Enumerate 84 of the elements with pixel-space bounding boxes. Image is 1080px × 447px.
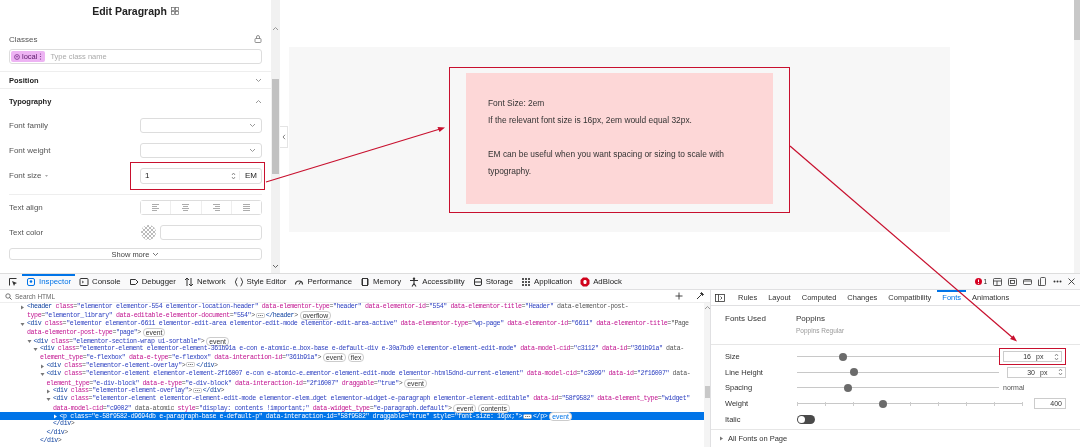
lock-icon[interactable] [254,35,262,43]
add-icon[interactable] [675,292,683,300]
collapsed-arrow-icon[interactable] [39,363,45,369]
error-icon [975,278,983,285]
sidebar-toggle-icon[interactable] [715,293,725,302]
field-label: Text align [9,203,43,212]
section-label: Classes [9,34,38,44]
collapsed-arrow-icon[interactable] [46,388,51,394]
align-center-icon [181,203,191,212]
field-label: Font size [9,171,42,180]
field-label: Font family [9,121,49,130]
phone-icon[interactable] [1038,277,1047,286]
braces-icon [233,276,244,287]
chevron-down-icon[interactable] [255,77,262,83]
select-field[interactable] [140,118,262,133]
spinner-icon [1054,352,1059,361]
unit-select[interactable]: EM [239,171,261,180]
ellipsis-icon [192,387,202,393]
ellipsis-icon [186,362,196,368]
cursor-icon [8,276,18,287]
align-right-icon [211,203,221,212]
chevron-down-icon [272,264,279,269]
collapsed-arrow-icon[interactable] [20,305,25,310]
more-icon[interactable] [1053,280,1062,283]
tag-icon [128,276,139,287]
spinner-icon [1058,368,1063,377]
collapsed-arrow-icon [719,435,724,441]
chip-icon [360,276,371,287]
scrollbar-thumb[interactable] [704,386,710,398]
ellipsis-icon [523,414,532,420]
paragraph-text: Font Size: 2em If the relevant font size is 16px, 2em would equal 32px. [488,96,693,127]
scrollbar[interactable] [271,0,280,273]
chevron-up-icon [272,26,279,31]
more-vertical-icon [39,53,43,60]
chevron-up-icon [703,305,711,310]
align-left-icon [151,203,161,212]
expanded-arrow-icon[interactable] [26,338,32,344]
toggle-switch[interactable] [797,414,815,424]
chevron-down-icon [152,251,160,257]
chevron-left-icon [281,133,286,140]
paragraph-text: EM can be useful when you want spacing or sizing to scale with typography. [488,147,726,178]
grid-icon[interactable] [170,7,179,15]
chevron-up-icon[interactable] [255,98,262,104]
field-label: Text color [9,228,44,237]
expanded-arrow-icon[interactable] [20,321,25,327]
align-justify-icon [241,203,251,212]
caret-icon [44,173,50,178]
drive-icon [472,276,483,287]
panel-title: Edit Paragraph [92,5,167,17]
scrollbar[interactable] [1074,0,1080,273]
close-icon[interactable] [1068,278,1075,285]
slider-thumb[interactable] [849,368,858,377]
spinner-icon [231,171,236,180]
number-field[interactable]: 1 EM [140,167,262,184]
expanded-arrow-icon[interactable] [46,397,51,403]
collapse-handle[interactable] [280,125,288,148]
field-label: Font weight [9,146,51,155]
frame-icon[interactable] [1008,277,1017,286]
align-justify-button[interactable] [230,201,261,214]
inspector-icon [26,276,36,287]
font-name: Poppins [796,314,826,323]
panel-icon[interactable] [993,277,1002,286]
terminal-icon [79,276,90,287]
collapsed-arrow-icon[interactable] [52,414,58,420]
chevron-down-icon [249,123,256,128]
slider-thumb[interactable] [839,352,848,361]
select-field[interactable] [140,143,262,158]
color-field[interactable] [160,225,262,240]
arrows-icon [183,276,194,287]
expanded-arrow-icon[interactable] [39,372,45,378]
slider-thumb[interactable] [843,384,852,392]
slider-thumb[interactable] [878,399,887,408]
eyedropper-icon[interactable] [696,292,704,300]
setting-label: Fonts Used [725,314,767,323]
field-value: 1 [145,171,151,180]
grid-icon [521,276,531,287]
window-icon[interactable] [1023,277,1032,286]
pin-icon [14,53,20,60]
search-icon [5,292,12,300]
ellipsis-icon [255,313,265,319]
color-swatch[interactable] [141,225,156,240]
expanded-arrow-icon[interactable] [33,346,38,352]
chevron-down-icon [249,148,256,153]
person-icon [409,276,420,287]
